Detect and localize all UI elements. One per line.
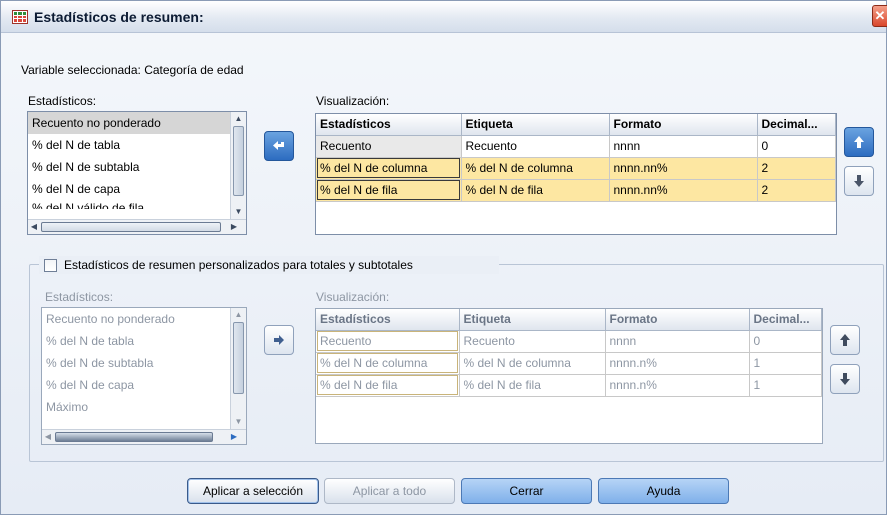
table-cell[interactable]: % del N de columna	[316, 157, 462, 180]
table-row[interactable]: % del N de fila % del N de fila nnnn.nn%…	[316, 179, 836, 202]
table-cell[interactable]: Recuento	[316, 135, 462, 158]
custom-move-up-button[interactable]	[830, 325, 860, 355]
table-cell[interactable]: % del N de columna	[459, 352, 606, 375]
custom-display-grid[interactable]: Estadísticos Etiqueta Formato Decimal...…	[315, 308, 823, 444]
table-cell[interactable]: % del N de columna	[316, 352, 460, 375]
table-row[interactable]: % del N de fila % del N de fila nnnn.n% …	[316, 374, 822, 397]
list-item[interactable]: % del N de tabla	[42, 330, 246, 352]
apply-all-button[interactable]: Aplicar a todo	[324, 478, 455, 504]
horizontal-scrollbar[interactable]: ◀ ▶	[42, 429, 246, 444]
table-cell[interactable]: nnnn.n%	[605, 352, 750, 375]
scroll-thumb[interactable]	[233, 322, 244, 394]
horizontal-scrollbar[interactable]: ◀ ▶	[28, 219, 246, 234]
table-cell[interactable]: nnnn.nn%	[609, 179, 758, 202]
move-to-display-button[interactable]	[264, 131, 294, 161]
list-item[interactable]: % del N de capa	[28, 178, 246, 200]
column-header[interactable]: Etiqueta	[459, 309, 606, 331]
list-item[interactable]: % del N válido de fila	[28, 200, 246, 209]
column-header[interactable]: Decimal...	[757, 114, 836, 136]
move-up-button[interactable]	[844, 127, 874, 157]
list-item[interactable]: Máximo	[42, 396, 246, 418]
move-down-button[interactable]	[844, 166, 874, 196]
table-row[interactable]: % del N de columna % del N de columna nn…	[316, 352, 822, 375]
scroll-right-icon[interactable]: ▶	[228, 430, 240, 444]
scroll-thumb[interactable]	[55, 432, 213, 442]
list-item[interactable]: Recuento no ponderado	[42, 308, 246, 330]
arrow-right-icon	[274, 335, 284, 345]
list-item[interactable]: % del N de tabla	[28, 134, 246, 156]
list-item[interactable]: % del N de subtabla	[42, 352, 246, 374]
table-row[interactable]: Recuento Recuento nnnn 0	[316, 330, 822, 353]
scroll-thumb[interactable]	[41, 222, 221, 232]
scroll-up-icon[interactable]: ▲	[231, 112, 246, 126]
custom-stats-listbox[interactable]: Recuento no ponderado % del N de tabla %…	[41, 307, 247, 445]
column-header[interactable]: Formato	[605, 309, 750, 331]
display-label: Visualización:	[316, 94, 390, 108]
table-cell[interactable]: 2	[757, 157, 836, 180]
custom-display-label: Visualización:	[316, 290, 390, 304]
table-cell[interactable]: % del N de fila	[459, 374, 606, 397]
stats-list-label: Estadísticos:	[28, 94, 97, 108]
selected-variable-label: Variable seleccionada: Categoría de edad	[21, 63, 244, 77]
dialog-window: Estadísticos de resumen: ✕ Variable sele…	[0, 0, 887, 515]
table-cell[interactable]: nnnn	[605, 330, 750, 353]
table-cell[interactable]: 1	[749, 352, 822, 375]
table-cell[interactable]: % del N de columna	[461, 157, 610, 180]
grid-header-row: Estadísticos Etiqueta Formato Decimal...	[316, 309, 822, 331]
scroll-down-icon[interactable]: ▼	[231, 415, 246, 429]
table-cell[interactable]: 0	[757, 135, 836, 158]
table-cell[interactable]: % del N de fila	[461, 179, 610, 202]
arrow-up-icon	[854, 136, 864, 148]
vertical-scrollbar[interactable]: ▲ ▼	[230, 112, 246, 219]
window-title: Estadísticos de resumen:	[34, 9, 204, 25]
table-row[interactable]: Recuento Recuento nnnn 0	[316, 135, 836, 158]
table-cell[interactable]: nnnn	[609, 135, 758, 158]
close-button[interactable]: Cerrar	[461, 478, 592, 504]
column-header[interactable]: Etiqueta	[461, 114, 610, 136]
column-header[interactable]: Formato	[609, 114, 758, 136]
title-bar: Estadísticos de resumen: ✕	[1, 1, 887, 33]
apply-selection-button[interactable]: Aplicar a selección	[187, 478, 319, 504]
arrow-down-icon	[840, 373, 850, 385]
scroll-thumb[interactable]	[233, 126, 244, 196]
display-grid[interactable]: Estadísticos Etiqueta Formato Decimal...…	[315, 113, 837, 235]
table-cell[interactable]: 2	[757, 179, 836, 202]
arrow-left-icon	[273, 141, 284, 150]
column-header[interactable]: Estadísticos	[316, 309, 460, 331]
custom-stats-checkbox-label[interactable]: Estadísticos de resumen personalizados p…	[64, 258, 413, 272]
table-row[interactable]: % del N de columna % del N de columna nn…	[316, 157, 836, 180]
scroll-down-icon[interactable]: ▼	[231, 205, 246, 219]
help-button[interactable]: Ayuda	[598, 478, 729, 504]
custom-stats-list-label: Estadísticos:	[45, 290, 114, 304]
arrow-down-icon	[854, 175, 864, 187]
custom-move-to-display-button[interactable]	[264, 325, 294, 355]
grid-header-row: Estadísticos Etiqueta Formato Decimal...	[316, 114, 836, 136]
table-cell[interactable]: 0	[749, 330, 822, 353]
scroll-up-icon[interactable]: ▲	[231, 308, 246, 322]
table-cell[interactable]: nnnn.n%	[605, 374, 750, 397]
custom-stats-checkbox[interactable]	[44, 259, 57, 272]
list-item[interactable]: % del N de subtabla	[28, 156, 246, 178]
table-cell[interactable]: Recuento	[459, 330, 606, 353]
column-header[interactable]: Decimal...	[749, 309, 822, 331]
vertical-scrollbar[interactable]: ▲ ▼	[230, 308, 246, 429]
table-cell[interactable]: % del N de fila	[316, 374, 460, 397]
close-icon[interactable]: ✕	[872, 5, 887, 27]
column-header[interactable]: Estadísticos	[316, 114, 462, 136]
scroll-right-icon[interactable]: ▶	[228, 220, 240, 234]
scroll-left-icon[interactable]: ◀	[42, 430, 54, 444]
stats-listbox[interactable]: Recuento no ponderado % del N de tabla %…	[27, 111, 247, 235]
table-icon	[12, 10, 28, 24]
arrow-up-icon	[840, 334, 850, 346]
table-cell[interactable]: 1	[749, 374, 822, 397]
list-item[interactable]: % del N de capa	[42, 374, 246, 396]
table-cell[interactable]: Recuento	[316, 330, 460, 353]
scroll-left-icon[interactable]: ◀	[28, 220, 40, 234]
table-cell[interactable]: nnnn.nn%	[609, 157, 758, 180]
table-cell[interactable]: % del N de fila	[316, 179, 462, 202]
table-cell[interactable]: Recuento	[461, 135, 610, 158]
custom-move-down-button[interactable]	[830, 364, 860, 394]
list-item[interactable]: Recuento no ponderado	[28, 112, 246, 134]
